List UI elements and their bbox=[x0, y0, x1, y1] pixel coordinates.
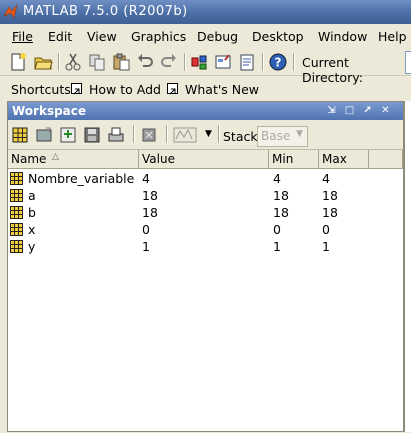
variable-value: 4 bbox=[142, 171, 150, 186]
window-title: MATLAB 7.5.0 (R2007b) bbox=[23, 4, 188, 19]
column-header-name[interactable]: Name △ bbox=[8, 150, 139, 168]
variable-name: b bbox=[28, 205, 36, 220]
menu-help[interactable]: Help bbox=[378, 29, 407, 44]
variable-max: 18 bbox=[322, 205, 338, 220]
column-header-min[interactable]: Min bbox=[269, 150, 319, 168]
variable-min: 18 bbox=[273, 188, 289, 203]
whats-new-link[interactable]: What's New bbox=[185, 82, 259, 97]
workspace-title: Workspace bbox=[12, 104, 87, 118]
workspace-panel: Workspace ⇲ □ ↗ ✕ ▼ Stack: Base ▼ Name △… bbox=[7, 101, 404, 432]
variable-value: 18 bbox=[142, 205, 158, 220]
menu-debug[interactable]: Debug bbox=[197, 29, 238, 44]
menu-view[interactable]: View bbox=[87, 29, 117, 44]
menu-graphics[interactable]: Graphics bbox=[131, 29, 186, 44]
variable-table: Nombre_variable 4 4 4 a 18 18 18 b 18 18… bbox=[8, 169, 403, 433]
shortcut-arrow-icon bbox=[71, 83, 82, 95]
column-header-value[interactable]: Value bbox=[139, 150, 269, 168]
toolbar-separator bbox=[58, 53, 60, 71]
matrix-variable-icon bbox=[10, 172, 23, 185]
import-data-icon[interactable] bbox=[58, 125, 78, 145]
stack-label: Stack: bbox=[223, 129, 262, 144]
variable-name: Nombre_variable bbox=[28, 171, 135, 186]
sort-ascending-icon: △ bbox=[52, 152, 59, 162]
chevron-down-icon: ▼ bbox=[296, 129, 303, 139]
table-header: Name △ Value Min Max bbox=[8, 150, 403, 169]
toolbar-separator bbox=[262, 53, 264, 71]
title-bar: MATLAB 7.5.0 (R2007b) bbox=[0, 0, 411, 24]
toolbar-separator bbox=[293, 53, 295, 71]
toolbar-separator bbox=[218, 125, 220, 143]
cut-icon[interactable] bbox=[63, 52, 83, 72]
variable-min: 1 bbox=[273, 239, 281, 254]
matrix-variable-icon bbox=[10, 206, 23, 219]
open-folder-icon[interactable] bbox=[33, 52, 53, 72]
shortcuts-label: Shortcuts bbox=[11, 82, 71, 97]
undo-icon[interactable] bbox=[135, 52, 155, 72]
plot-dropdown-arrow-icon[interactable]: ▼ bbox=[205, 129, 212, 139]
panel-options-icon[interactable]: ⇲ bbox=[326, 105, 337, 116]
help-icon[interactable]: ? bbox=[268, 52, 288, 72]
new-variable-icon[interactable] bbox=[10, 125, 30, 145]
new-file-icon[interactable] bbox=[8, 52, 28, 72]
toolbar-separator bbox=[133, 125, 135, 143]
table-row[interactable]: Nombre_variable 4 4 4 bbox=[8, 170, 368, 187]
matrix-variable-icon bbox=[10, 223, 23, 236]
plot-icon[interactable] bbox=[173, 125, 197, 145]
open-selection-icon[interactable] bbox=[34, 125, 54, 145]
variable-name: y bbox=[28, 239, 36, 254]
matlab-logo-icon bbox=[3, 4, 18, 19]
print-icon[interactable] bbox=[106, 125, 126, 145]
table-row[interactable]: b 18 18 18 bbox=[8, 204, 368, 221]
undock-icon[interactable]: ↗ bbox=[362, 105, 373, 116]
menu-desktop[interactable]: Desktop bbox=[252, 29, 304, 44]
command-window-edge[interactable] bbox=[404, 101, 411, 432]
menu-bar: File Edit View Graphics Debug Desktop Wi… bbox=[0, 24, 411, 48]
variable-name: x bbox=[28, 222, 36, 237]
copy-icon[interactable] bbox=[87, 52, 107, 72]
shortcut-arrow-icon bbox=[167, 83, 178, 95]
variable-max: 0 bbox=[322, 222, 330, 237]
variable-max: 1 bbox=[322, 239, 330, 254]
main-toolbar: ? Current Directory: bbox=[0, 48, 411, 85]
variable-max: 18 bbox=[322, 188, 338, 203]
table-row[interactable]: y 1 1 1 bbox=[8, 238, 368, 255]
menu-window[interactable]: Window bbox=[318, 29, 367, 44]
current-directory-field[interactable] bbox=[405, 51, 411, 74]
redo-icon[interactable] bbox=[159, 52, 179, 72]
toolbar-separator bbox=[166, 125, 168, 143]
paste-icon[interactable] bbox=[111, 52, 131, 72]
variable-value: 0 bbox=[142, 222, 150, 237]
workspace-toolbar: ▼ Stack: Base ▼ bbox=[8, 120, 403, 150]
matrix-variable-icon bbox=[10, 189, 23, 202]
stack-select-value: Base bbox=[261, 129, 291, 143]
variable-value: 18 bbox=[142, 188, 158, 203]
variable-min: 18 bbox=[273, 205, 289, 220]
shortcuts-bar: Shortcuts How to Add What's New bbox=[0, 78, 411, 100]
maximize-icon[interactable]: □ bbox=[344, 105, 355, 116]
variable-name: a bbox=[28, 188, 36, 203]
profiler-icon[interactable] bbox=[237, 52, 257, 72]
simulink-icon[interactable] bbox=[189, 52, 209, 72]
matrix-variable-icon bbox=[10, 240, 23, 253]
guide-icon[interactable] bbox=[213, 52, 233, 72]
how-to-add-link[interactable]: How to Add bbox=[89, 82, 161, 97]
table-row[interactable]: a 18 18 18 bbox=[8, 187, 368, 204]
save-icon[interactable] bbox=[82, 125, 102, 145]
delete-icon[interactable] bbox=[139, 125, 159, 145]
stack-select[interactable]: Base ▼ bbox=[257, 126, 308, 147]
column-header-max[interactable]: Max bbox=[319, 150, 369, 168]
toolbar-separator bbox=[184, 53, 186, 71]
column-header-empty bbox=[369, 150, 403, 168]
variable-max: 4 bbox=[322, 171, 330, 186]
variable-min: 0 bbox=[273, 222, 281, 237]
svg-text:?: ? bbox=[275, 56, 282, 70]
workspace-title-bar: Workspace ⇲ □ ↗ ✕ bbox=[8, 102, 403, 120]
close-icon[interactable]: ✕ bbox=[380, 105, 391, 116]
menu-file[interactable]: File bbox=[12, 29, 33, 44]
table-row[interactable]: x 0 0 0 bbox=[8, 221, 368, 238]
variable-min: 4 bbox=[273, 171, 281, 186]
menu-edit[interactable]: Edit bbox=[48, 29, 72, 44]
variable-value: 1 bbox=[142, 239, 150, 254]
